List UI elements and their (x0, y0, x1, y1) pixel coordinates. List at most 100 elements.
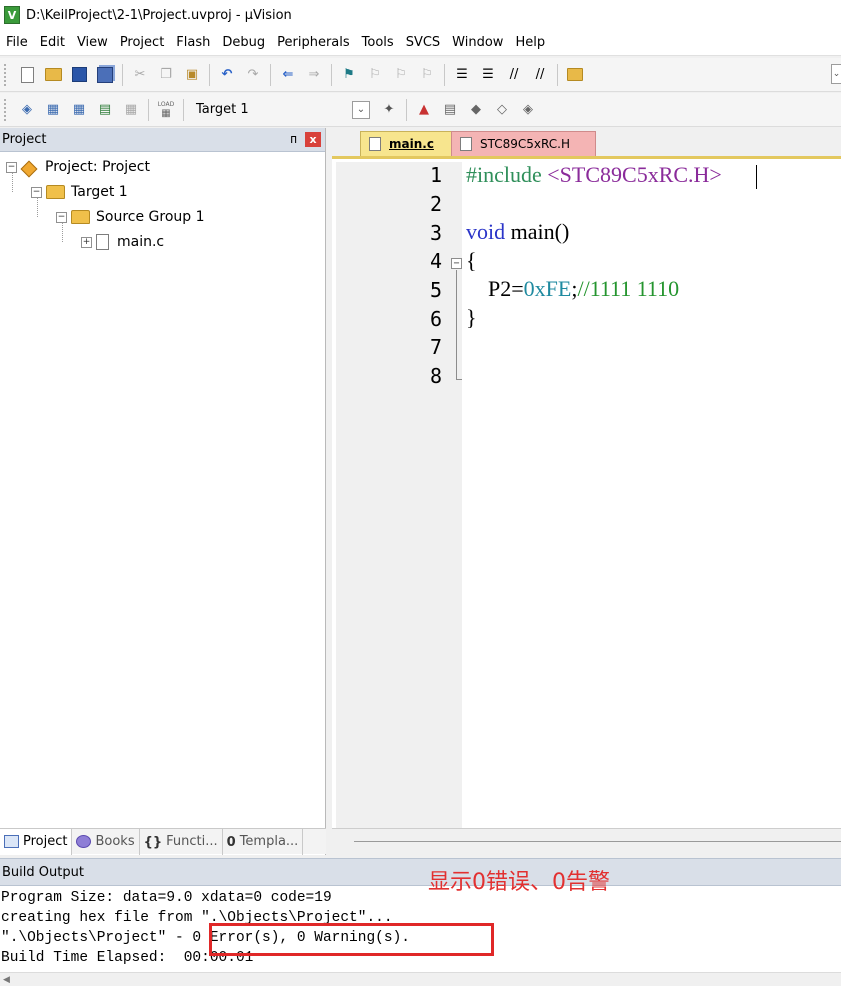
download-button[interactable]: LOAD ▦ (155, 99, 177, 121)
code-text-area[interactable]: #include <STC89C5xRC.H> void main() { P2… (462, 162, 841, 831)
translate-button[interactable]: ◈ (16, 99, 38, 121)
menu-project[interactable]: Project (114, 35, 170, 50)
stop-build-button[interactable]: ▦ (120, 99, 142, 121)
line-number: 8 (429, 364, 442, 388)
fold-toggle[interactable]: − (451, 258, 462, 269)
line-number: 1 (429, 163, 442, 187)
indent-button[interactable]: ☰ (451, 64, 473, 86)
new-file-button[interactable] (16, 64, 38, 86)
toolbar-overflow-dropdown[interactable]: ⌄ (831, 64, 841, 84)
toolbar-grip[interactable] (4, 98, 8, 121)
unindent-button[interactable]: ☰ (477, 64, 499, 86)
code-line-3: void main() (466, 219, 569, 245)
bookmark-flag-icon: ⚑ (343, 67, 355, 82)
clear-bookmarks-button[interactable]: ⚐ (416, 64, 438, 86)
toolbar-separator (444, 63, 445, 86)
target-options-button[interactable]: ✦ (378, 99, 400, 121)
collapse-toggle[interactable]: − (6, 161, 17, 173)
header-token: <STC89C5xRC.H> (547, 162, 722, 187)
tree-item-target[interactable]: − Target 1 (31, 181, 128, 203)
menu-view[interactable]: View (71, 35, 114, 50)
prev-bookmark-icon: ⚐ (369, 67, 381, 82)
tree-item-label: Source Group 1 (96, 209, 205, 225)
menu-help[interactable]: Help (509, 35, 551, 50)
build-button[interactable]: ▦ (42, 99, 64, 121)
close-icon[interactable]: x (305, 132, 321, 147)
chevron-down-icon[interactable]: ⌄ (352, 100, 370, 119)
tab-project[interactable]: Project (0, 828, 73, 855)
pack-installer-button[interactable]: ◇ (491, 99, 513, 121)
file-icon (460, 137, 472, 151)
pin-icon[interactable]: ᴨ (290, 132, 297, 146)
bookmark-button[interactable]: ⚑ (338, 64, 360, 86)
menu-edit[interactable]: Edit (34, 35, 71, 50)
tab-label: Functi... (166, 834, 218, 849)
select-packs-button[interactable]: ◆ (465, 99, 487, 121)
scrollbar-track[interactable] (354, 841, 841, 842)
menu-tools[interactable]: Tools (356, 35, 400, 50)
toolbar-grip[interactable] (4, 63, 8, 86)
menu-window[interactable]: Window (446, 35, 509, 50)
tab-functions[interactable]: {} Functi... (140, 828, 223, 855)
tab-stc89c5xrc-h[interactable]: STC89C5xRC.H (451, 131, 596, 156)
file-icon (369, 137, 381, 151)
redo-button[interactable]: ↷ (242, 64, 264, 86)
navigate-forward-button[interactable]: ⇒ (303, 64, 325, 86)
templates-icon: 0 (226, 835, 236, 850)
menu-svcs[interactable]: SVCS (400, 35, 446, 50)
manage-project-items-button[interactable]: ▲ (413, 99, 435, 121)
menu-file[interactable]: File (0, 35, 34, 50)
menu-flash[interactable]: Flash (170, 35, 216, 50)
prev-bookmark-button[interactable]: ⚐ (364, 64, 386, 86)
project-panel-header: Project (0, 128, 325, 152)
rebuild-button[interactable]: ▦ (68, 99, 90, 121)
batch-build-button[interactable]: ▤ (94, 99, 116, 121)
toolbar-separator (331, 63, 332, 86)
tree-item-project[interactable]: − Project: Project (6, 156, 150, 178)
build-output-header: Build Output (0, 858, 841, 886)
save-all-button[interactable] (94, 64, 116, 86)
next-bookmark-button[interactable]: ⚐ (390, 64, 412, 86)
keyword-token: void (466, 219, 506, 244)
project-panel-tabs: Project Books {} Functi... 0 Templa... (0, 828, 326, 855)
menu-debug[interactable]: Debug (216, 35, 271, 50)
tab-label: Project (23, 834, 68, 849)
copy-button[interactable]: ❐ (155, 64, 177, 86)
find-in-files-button[interactable] (564, 64, 586, 86)
pack-update-button[interactable]: ◈ (517, 99, 539, 121)
tab-books[interactable]: Books (72, 828, 140, 855)
manage-rte-button[interactable]: ▤ (439, 99, 461, 121)
collapse-toggle[interactable]: − (56, 211, 67, 223)
tab-label: Templa... (239, 834, 299, 849)
undo-button[interactable]: ↶ (216, 64, 238, 86)
load-icon: LOAD (157, 100, 175, 108)
unindent-icon: ☰ (482, 67, 494, 82)
scroll-left-icon[interactable]: ◀ (3, 975, 10, 985)
collapse-toggle[interactable]: − (31, 186, 42, 198)
target-select[interactable]: Target 1 ⌄ (196, 99, 376, 121)
code-editor[interactable]: 1 2 3 4 5 6 7 8 − #include <STC89C5xRC.H… (332, 156, 841, 831)
editor-horizontal-scrollbar[interactable] (332, 828, 841, 855)
tree-item-main-c[interactable]: + main.c (81, 231, 164, 253)
uncomment-button[interactable]: // (529, 64, 551, 86)
toolbar-separator (183, 98, 184, 121)
cut-button[interactable]: ✂ (129, 64, 151, 86)
build-output-horizontal-scrollbar[interactable]: ◀ (0, 972, 841, 986)
project-panel: Project ᴨ x − Project: Project − Target … (0, 128, 326, 855)
packs-icon: ◆ (471, 102, 481, 117)
project-icon (21, 159, 39, 175)
save-button[interactable] (68, 64, 90, 86)
navigate-back-button[interactable]: ⇐ (277, 64, 299, 86)
menu-peripherals[interactable]: Peripherals (271, 35, 356, 50)
expand-toggle[interactable]: + (81, 236, 92, 248)
toolbar-separator (270, 63, 271, 86)
tab-label: STC89C5xRC.H (480, 137, 570, 151)
tab-templates[interactable]: 0 Templa... (223, 828, 304, 855)
paste-button[interactable]: ▣ (181, 64, 203, 86)
tree-item-source-group[interactable]: − Source Group 1 (56, 206, 205, 228)
next-bookmark-icon: ⚐ (395, 67, 407, 82)
open-file-button[interactable] (42, 64, 64, 86)
comment-button[interactable]: // (503, 64, 525, 86)
build-output-panel: Build Output Program Size: data=9.0 xdat… (0, 858, 841, 986)
pack-installer-icon: ◇ (497, 102, 507, 117)
